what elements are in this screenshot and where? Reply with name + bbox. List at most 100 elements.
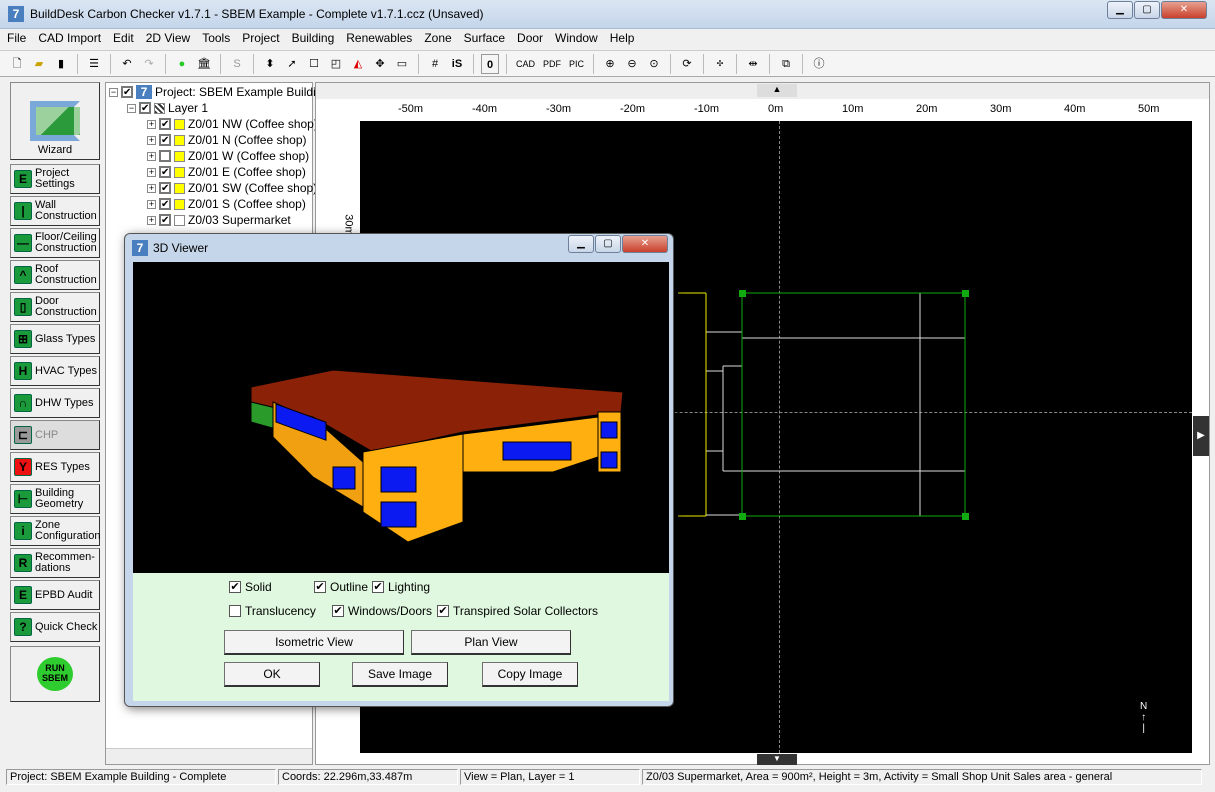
option-translucency[interactable]: Translucency (229, 604, 316, 618)
zone-checkbox[interactable]: ✔ (159, 182, 171, 194)
copy-image-button[interactable]: Copy Image (482, 662, 578, 687)
polygon-icon[interactable]: ◰ (327, 54, 345, 74)
sidebar-item-dhw-types[interactable]: ∩ DHW Types (10, 388, 100, 418)
scroll-right-button[interactable]: ▶ (1193, 416, 1209, 456)
expand-icon[interactable]: + (147, 135, 156, 145)
menu-surface[interactable]: Surface (457, 29, 510, 45)
s-button[interactable]: S (228, 54, 246, 74)
tree-zone[interactable]: + ✔ Z0/01 E (Coffee shop) (147, 164, 306, 180)
tree-zone[interactable]: + Z0/01 W (Coffee shop) (147, 148, 309, 164)
updown-icon[interactable]: ⬍ (261, 54, 279, 74)
checkbox[interactable]: ✔ (229, 581, 241, 593)
option-solid[interactable]: ✔ Solid (229, 580, 272, 594)
option-windows-doors[interactable]: ✔ Windows/Doors (332, 604, 432, 618)
menu-file[interactable]: File (0, 29, 31, 45)
checkbox[interactable]: ✔ (437, 605, 449, 617)
close-button[interactable]: ✕ (1161, 1, 1207, 19)
tree-project[interactable]: − ✔ 7 Project: SBEM Example Building (109, 84, 329, 100)
tree-layer[interactable]: − ✔ Layer 1 (127, 100, 208, 116)
rectangle-icon[interactable]: ☐ (305, 54, 323, 74)
compass-icon[interactable]: ✣ (711, 54, 729, 74)
sidebar-item-recommen-dations[interactable]: R Recommen-dations (10, 548, 100, 578)
viewer-maximize-button[interactable]: ▢ (595, 235, 621, 253)
plan-view-button[interactable]: Plan View (411, 630, 571, 655)
option-transpired-solar-collectors[interactable]: ✔ Transpired Solar Collectors (437, 604, 598, 618)
zone-checkbox[interactable]: ✔ (159, 118, 171, 130)
green-circle-icon[interactable]: ● (173, 54, 191, 74)
tree-zone[interactable]: + ✔ Z0/01 NW (Coffee shop) (147, 116, 318, 132)
sidebar-item-chp[interactable]: ⊏ CHP (10, 420, 100, 450)
minimize-button[interactable]: ▁ (1107, 1, 1133, 19)
redo-icon[interactable]: ↷ (140, 54, 158, 74)
pic-button[interactable]: PIC (567, 54, 586, 74)
menu-project[interactable]: Project (235, 29, 284, 45)
list-icon[interactable]: ☰ (85, 54, 103, 74)
grid-icon[interactable]: # (426, 54, 444, 74)
tree-zone[interactable]: + ✔ Z0/01 SW (Coffee shop) (147, 180, 317, 196)
menu-window[interactable]: Window (548, 29, 603, 45)
sidebar-item-zone-configuration[interactable]: i Zone Configuration (10, 516, 100, 546)
checkbox[interactable]: ✔ (314, 581, 326, 593)
zero-button[interactable]: 0 (481, 53, 499, 74)
zoom-in-icon[interactable]: ⊕ (601, 54, 619, 74)
zoom-out-icon[interactable]: ⊖ (623, 54, 641, 74)
menu-door[interactable]: Door (510, 29, 548, 45)
checkbox[interactable]: ✔ (332, 605, 344, 617)
arrow-icon[interactable]: ➚ (283, 54, 301, 74)
viewer-close-button[interactable]: ✕ (622, 235, 668, 253)
sidebar-item-glass-types[interactable]: ⊞ Glass Types (10, 324, 100, 354)
roof-icon[interactable]: ◭ (349, 54, 367, 74)
sidebar-item-floor-ceiling-construction[interactable]: — Floor/Ceiling Construction (10, 228, 100, 258)
expand-icon[interactable]: + (147, 119, 156, 129)
maximize-button[interactable]: ▢ (1134, 1, 1160, 19)
option-outline[interactable]: ✔ Outline (314, 580, 368, 594)
expand-icon[interactable]: + (147, 199, 156, 209)
save-icon[interactable]: ▮ (52, 54, 70, 74)
save-image-button[interactable]: Save Image (352, 662, 448, 687)
run-sbem-button[interactable]: RUN SBEM (10, 646, 100, 702)
3d-view[interactable] (133, 262, 669, 573)
menu-renewables[interactable]: Renewables (339, 29, 417, 45)
building-icon[interactable]: 🏛 (195, 54, 213, 74)
refresh-icon[interactable]: ⟳ (678, 54, 696, 74)
menu-help[interactable]: Help (603, 29, 640, 45)
zone-checkbox[interactable]: ✔ (159, 198, 171, 210)
menu-tools[interactable]: Tools (195, 29, 235, 45)
cad-button[interactable]: CAD (514, 54, 537, 74)
sidebar-item-project-settings[interactable]: E Project Settings (10, 164, 100, 194)
tree-zone[interactable]: + ✔ Z0/01 S (Coffee shop) (147, 196, 306, 212)
wizard-button[interactable]: Wizard (10, 82, 100, 160)
zoom-fit-icon[interactable]: ⊙ (645, 54, 663, 74)
isometric-view-button[interactable]: Isometric View (224, 630, 404, 655)
sidebar-item-door-construction[interactable]: ▯ Door Construction (10, 292, 100, 322)
menu-edit[interactable]: Edit (106, 29, 139, 45)
sidebar-item-roof-construction[interactable]: ^ Roof Construction (10, 260, 100, 290)
checkbox[interactable] (229, 605, 241, 617)
option-lighting[interactable]: ✔ Lighting (372, 580, 430, 594)
zone-checkbox[interactable]: ✔ (159, 134, 171, 146)
tree-zone[interactable]: + ✔ Z0/03 Supermarket (147, 212, 291, 228)
scroll-down-button[interactable]: ▼ (757, 754, 797, 765)
checkbox[interactable]: ✔ (372, 581, 384, 593)
is-button[interactable]: iS (448, 54, 466, 74)
tree-zone[interactable]: + ✔ Z0/01 N (Coffee shop) (147, 132, 307, 148)
pdf-button[interactable]: PDF (541, 54, 563, 74)
sidebar-item-wall-construction[interactable]: | Wall Construction (10, 196, 100, 226)
new-file-icon[interactable]: 🗋 (8, 54, 26, 74)
zone-checkbox[interactable]: ✔ (159, 166, 171, 178)
scroll-up-button[interactable]: ▲ (757, 84, 797, 97)
ok-button[interactable]: OK (224, 662, 320, 687)
expand-icon[interactable]: + (147, 215, 156, 225)
expand-icon[interactable]: + (147, 167, 156, 177)
menu-cad-import[interactable]: CAD Import (31, 29, 106, 45)
zone-checkbox[interactable]: ✔ (159, 214, 171, 226)
open-folder-icon[interactable]: ▰ (30, 54, 48, 74)
undo-icon[interactable]: ↶ (118, 54, 136, 74)
info-icon[interactable]: ⓘ (810, 54, 828, 74)
menu-zone[interactable]: Zone (417, 29, 456, 45)
ruler-icon[interactable]: ▭ (393, 54, 411, 74)
zone-checkbox[interactable] (159, 150, 171, 162)
sidebar-item-res-types[interactable]: Y RES Types (10, 452, 100, 482)
sidebar-item-quick-check[interactable]: ? Quick Check (10, 612, 100, 642)
width-icon[interactable]: ⇹ (744, 54, 762, 74)
